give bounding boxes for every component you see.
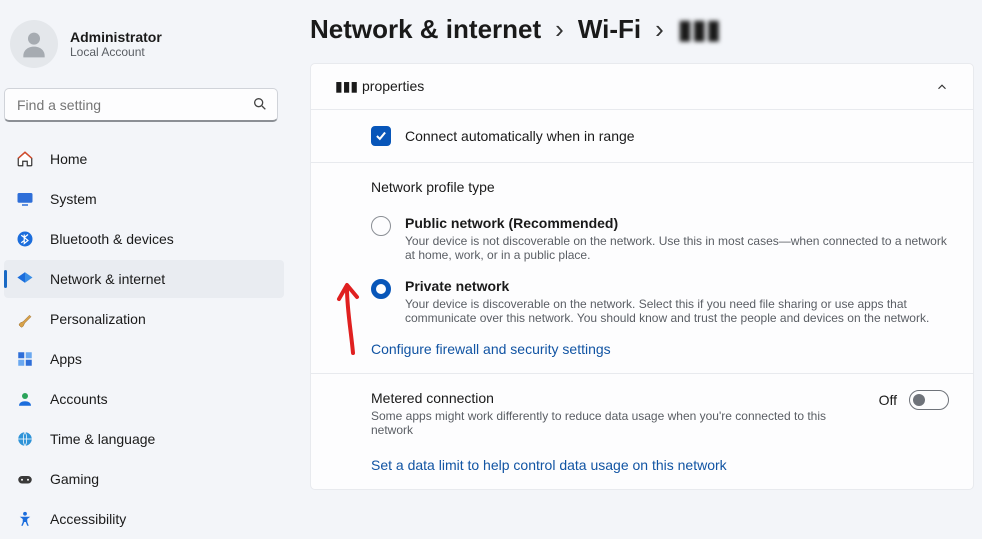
sidebar-item-time-language[interactable]: Time & language	[4, 420, 284, 458]
radio-private-desc: Your device is discoverable on the netwo…	[405, 297, 949, 325]
firewall-link[interactable]: Configure firewall and security settings	[371, 341, 611, 357]
nav-list: Home System Bluetooth & devices Network …	[0, 140, 284, 538]
sidebar-item-gaming[interactable]: Gaming	[4, 460, 284, 498]
sidebar-item-label: Home	[50, 151, 87, 167]
person-icon	[18, 28, 50, 60]
sidebar-item-accessibility[interactable]: Accessibility	[4, 500, 284, 538]
metered-title: Metered connection	[371, 390, 859, 406]
sidebar-item-label: Gaming	[50, 471, 99, 487]
radio-public-row[interactable]: Public network (Recommended) Your device…	[371, 215, 949, 262]
radio-public-desc: Your device is not discoverable on the n…	[405, 234, 949, 262]
bluetooth-icon	[16, 230, 34, 248]
annotation-arrow-icon	[325, 281, 375, 361]
radio-public-label: Public network (Recommended)	[405, 215, 949, 231]
connect-auto-row[interactable]: Connect automatically when in range	[371, 126, 949, 146]
profile-heading: Network profile type	[371, 179, 949, 195]
sidebar-item-label: Personalization	[50, 311, 146, 327]
sidebar-column: Administrator Local Account Home System …	[0, 0, 290, 539]
radio-public-text: Public network (Recommended) Your device…	[405, 215, 949, 262]
breadcrumb-network[interactable]: Network & internet	[310, 14, 541, 45]
metered-row: Metered connection Some apps might work …	[371, 390, 949, 437]
sidebar-item-home[interactable]: Home	[4, 140, 284, 178]
check-icon	[374, 129, 388, 143]
sidebar-item-label: Bluetooth & devices	[50, 231, 174, 247]
sidebar-item-label: System	[50, 191, 97, 207]
wifi-icon	[16, 270, 34, 288]
brush-icon	[16, 310, 34, 328]
breadcrumb: Network & internet › Wi-Fi › ▮▮▮	[310, 14, 974, 45]
profile-section: Network profile type Public network (Rec…	[311, 163, 973, 374]
user-subtitle: Local Account	[70, 45, 162, 59]
sidebar-item-label: Apps	[50, 351, 82, 367]
avatar	[10, 20, 58, 68]
user-block[interactable]: Administrator Local Account	[0, 12, 284, 84]
search-input[interactable]	[4, 88, 278, 122]
search-icon	[252, 96, 268, 112]
data-limit-link[interactable]: Set a data limit to help control data us…	[371, 457, 727, 473]
radio-private[interactable]	[371, 279, 391, 299]
user-name: Administrator	[70, 29, 162, 45]
properties-panel: ▮▮▮ properties Connect automatically whe…	[310, 63, 974, 490]
metered-text: Metered connection Some apps might work …	[371, 390, 859, 437]
panel-title: ▮▮▮ properties	[335, 78, 424, 95]
home-icon	[16, 150, 34, 168]
accessibility-icon	[16, 510, 34, 528]
metered-toggle-state: Off	[879, 392, 897, 408]
radio-private-label: Private network	[405, 278, 949, 294]
main-column: Network & internet › Wi-Fi › ▮▮▮ ▮▮▮ pro…	[290, 0, 982, 539]
radio-private-row[interactable]: Private network Your device is discovera…	[371, 278, 949, 325]
account-icon	[16, 390, 34, 408]
sidebar-item-accounts[interactable]: Accounts	[4, 380, 284, 418]
connect-auto-section: Connect automatically when in range	[311, 110, 973, 163]
breadcrumb-wifi[interactable]: Wi-Fi	[578, 14, 641, 45]
connect-auto-label: Connect automatically when in range	[405, 128, 635, 144]
metered-toggle[interactable]	[909, 390, 949, 410]
metered-toggle-wrap: Off	[879, 390, 949, 410]
metered-section: Metered connection Some apps might work …	[311, 374, 973, 489]
sidebar-item-personalization[interactable]: Personalization	[4, 300, 284, 338]
sidebar-item-apps[interactable]: Apps	[4, 340, 284, 378]
radio-public[interactable]	[371, 216, 391, 236]
search-wrap	[4, 88, 278, 122]
chevron-icon: ›	[655, 14, 664, 45]
sidebar-item-network[interactable]: Network & internet	[4, 260, 284, 298]
globe-icon	[16, 430, 34, 448]
chevron-up-icon	[935, 80, 949, 94]
metered-desc: Some apps might work differently to redu…	[371, 409, 859, 437]
radio-private-text: Private network Your device is discovera…	[405, 278, 949, 325]
sidebar-item-label: Network & internet	[50, 271, 165, 287]
sidebar-item-label: Accounts	[50, 391, 108, 407]
sidebar-item-label: Time & language	[50, 431, 155, 447]
system-icon	[16, 190, 34, 208]
breadcrumb-current: ▮▮▮	[678, 14, 721, 45]
apps-icon	[16, 350, 34, 368]
sidebar-item-label: Accessibility	[50, 511, 126, 527]
connect-auto-checkbox[interactable]	[371, 126, 391, 146]
chevron-icon: ›	[555, 14, 564, 45]
gaming-icon	[16, 470, 34, 488]
sidebar-item-system[interactable]: System	[4, 180, 284, 218]
panel-header[interactable]: ▮▮▮ properties	[311, 64, 973, 110]
user-text: Administrator Local Account	[70, 29, 162, 59]
sidebar-item-bluetooth[interactable]: Bluetooth & devices	[4, 220, 284, 258]
